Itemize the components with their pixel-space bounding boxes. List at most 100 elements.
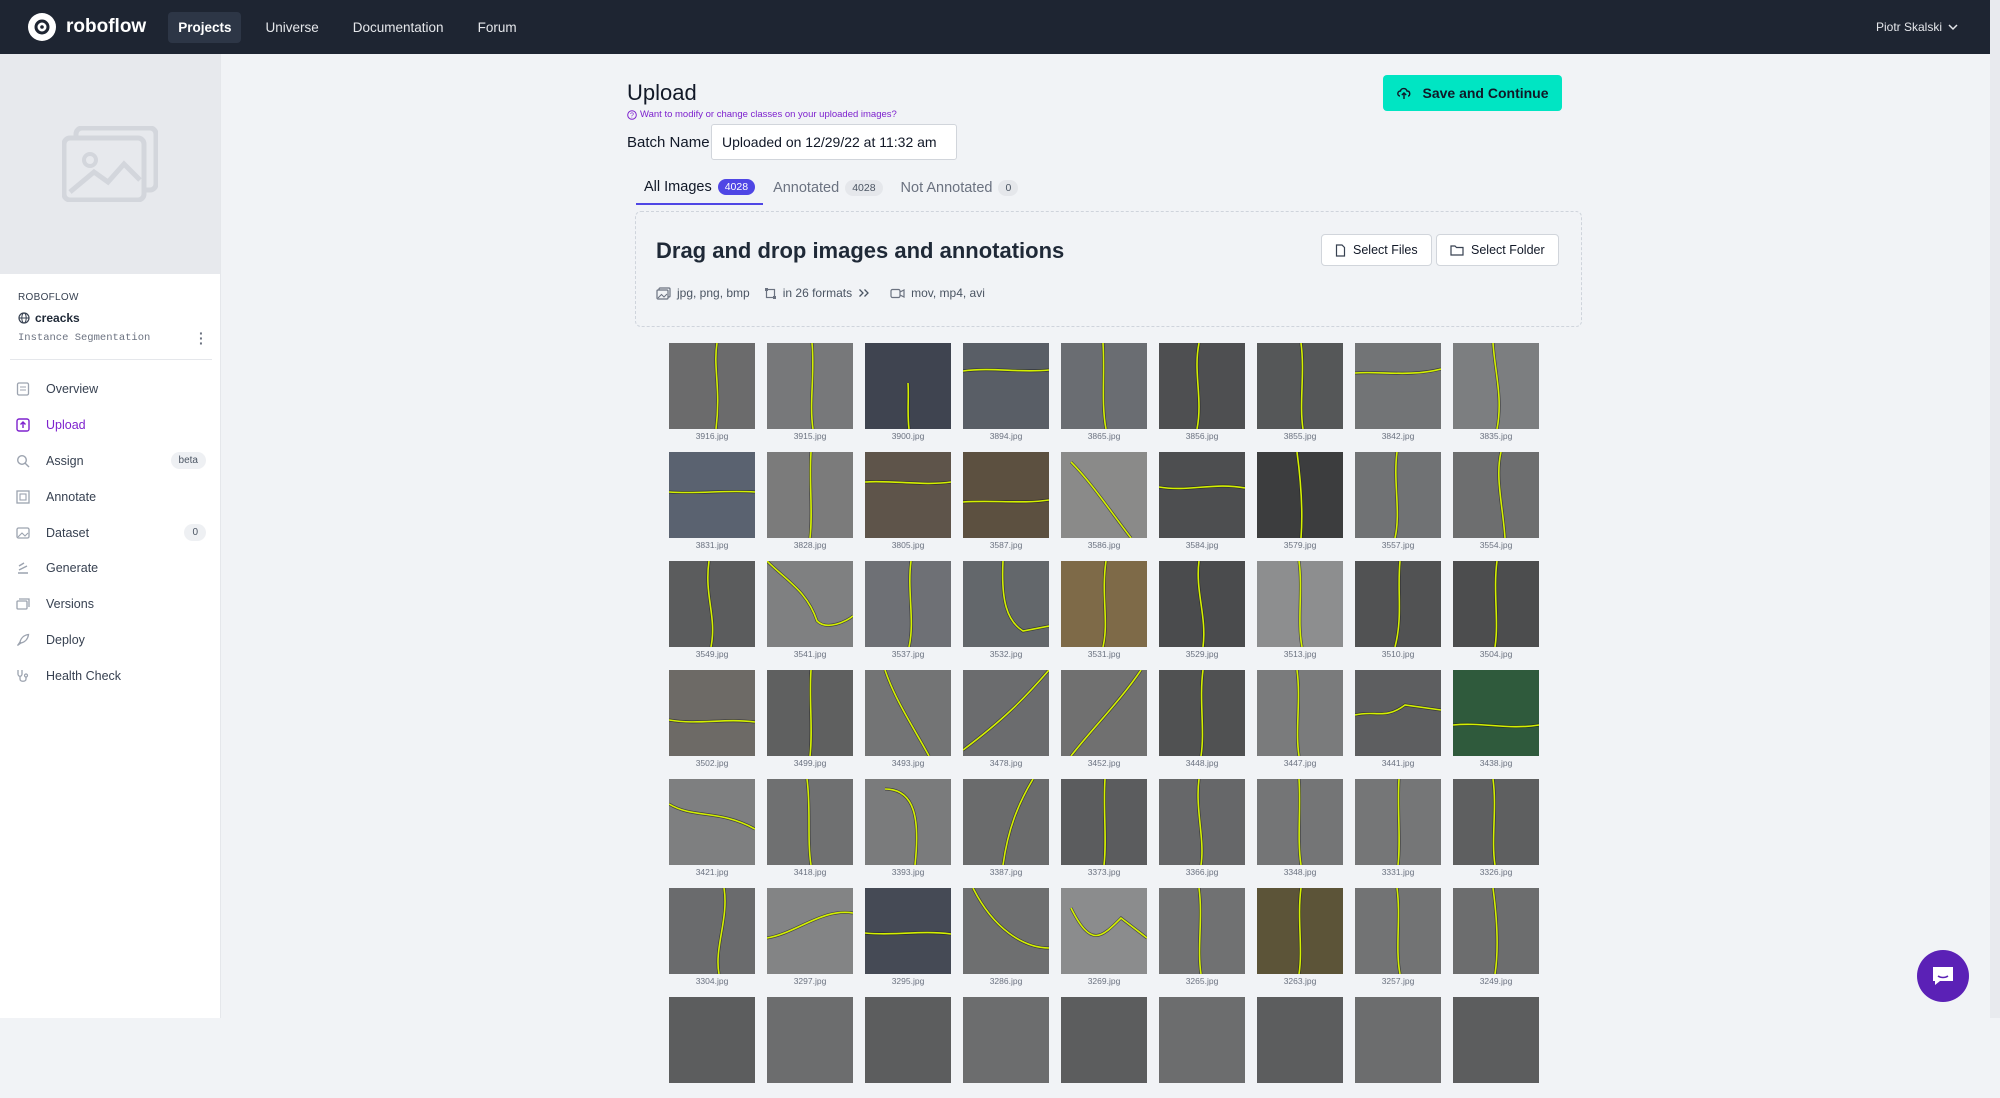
image-thumbnail[interactable]	[1159, 996, 1245, 1083]
image-thumbnail[interactable]	[963, 451, 1049, 538]
image-thumbnail[interactable]	[767, 669, 853, 756]
image-card[interactable]: 3805.jpg	[865, 451, 951, 553]
image-thumbnail[interactable]	[1453, 451, 1539, 538]
image-card[interactable]: 3448.jpg	[1159, 669, 1245, 771]
nav-forum[interactable]: Forum	[468, 12, 527, 43]
image-card[interactable]: 3499.jpg	[767, 669, 853, 771]
image-thumbnail[interactable]	[1355, 887, 1441, 974]
image-card[interactable]	[767, 996, 853, 1098]
sidebar-item-health-check[interactable]: Health Check	[0, 659, 221, 693]
select-folder-button[interactable]: Select Folder	[1436, 234, 1559, 266]
image-card[interactable]: 3865.jpg	[1061, 343, 1147, 444]
image-card[interactable]: 3828.jpg	[767, 451, 853, 553]
image-card[interactable]: 3835.jpg	[1453, 343, 1539, 444]
image-thumbnail[interactable]	[1159, 669, 1245, 756]
image-card[interactable]: 3531.jpg	[1061, 560, 1147, 662]
image-thumbnail[interactable]	[767, 887, 853, 974]
tab-not-annotated[interactable]: Not Annotated 0	[893, 170, 1027, 205]
sidebar-item-versions[interactable]: Versions	[0, 587, 221, 621]
image-card[interactable]: 3513.jpg	[1257, 560, 1343, 662]
page-scrollbar[interactable]	[1990, 0, 2000, 1018]
image-card[interactable]: 3900.jpg	[865, 343, 951, 444]
chat-support-button[interactable]	[1917, 950, 1969, 1002]
image-thumbnail[interactable]	[669, 887, 755, 974]
image-thumbnail[interactable]	[1453, 996, 1539, 1083]
image-thumbnail[interactable]	[669, 778, 755, 865]
image-card[interactable]: 3326.jpg	[1453, 778, 1539, 880]
image-thumbnail[interactable]	[865, 778, 951, 865]
more-options-icon[interactable]: · · ·	[199, 326, 204, 350]
image-thumbnail[interactable]	[1257, 887, 1343, 974]
image-card[interactable]	[865, 996, 951, 1098]
image-card[interactable]: 3393.jpg	[865, 778, 951, 880]
image-card[interactable]	[1355, 996, 1441, 1098]
image-card[interactable]: 3554.jpg	[1453, 451, 1539, 553]
image-card[interactable]: 3493.jpg	[865, 669, 951, 771]
image-thumbnail[interactable]	[1061, 451, 1147, 538]
nav-universe[interactable]: Universe	[255, 12, 328, 43]
image-thumbnail[interactable]	[1453, 669, 1539, 756]
image-card[interactable]: 3478.jpg	[963, 669, 1049, 771]
image-card[interactable]: 3916.jpg	[669, 343, 755, 444]
image-card[interactable]: 3584.jpg	[1159, 451, 1245, 553]
image-card[interactable]	[1257, 996, 1343, 1098]
image-thumbnail[interactable]	[1257, 343, 1343, 429]
image-card[interactable]	[669, 996, 755, 1098]
image-card[interactable]: 3249.jpg	[1453, 887, 1539, 989]
image-thumbnail[interactable]	[669, 343, 755, 429]
image-thumbnail[interactable]	[1453, 778, 1539, 865]
image-thumbnail[interactable]	[767, 560, 853, 647]
image-thumbnail[interactable]	[963, 669, 1049, 756]
sidebar-item-generate[interactable]: Generate	[0, 551, 221, 585]
image-card[interactable]: 3510.jpg	[1355, 560, 1441, 662]
image-thumbnail[interactable]	[1453, 887, 1539, 974]
sidebar-item-dataset[interactable]: Dataset 0	[0, 516, 221, 550]
image-thumbnail[interactable]	[1257, 996, 1343, 1083]
image-thumbnail[interactable]	[1061, 887, 1147, 974]
image-thumbnail[interactable]	[963, 343, 1049, 429]
image-thumbnail[interactable]	[1159, 343, 1245, 429]
image-thumbnail[interactable]	[1355, 560, 1441, 647]
image-thumbnail[interactable]	[767, 996, 853, 1083]
image-thumbnail[interactable]	[669, 560, 755, 647]
image-thumbnail[interactable]	[1061, 560, 1147, 647]
select-files-button[interactable]: Select Files	[1321, 234, 1432, 266]
image-thumbnail[interactable]	[767, 343, 853, 429]
image-thumbnail[interactable]	[1355, 996, 1441, 1083]
image-thumbnail[interactable]	[1159, 778, 1245, 865]
image-thumbnail[interactable]	[1453, 560, 1539, 647]
image-thumbnail[interactable]	[865, 451, 951, 538]
save-and-continue-button[interactable]: Save and Continue	[1383, 75, 1562, 111]
image-thumbnail[interactable]	[669, 996, 755, 1083]
image-thumbnail[interactable]	[1257, 451, 1343, 538]
image-card[interactable]: 3297.jpg	[767, 887, 853, 989]
image-card[interactable]: 3541.jpg	[767, 560, 853, 662]
image-card[interactable]	[1061, 996, 1147, 1098]
image-thumbnail[interactable]	[767, 778, 853, 865]
image-thumbnail[interactable]	[1355, 451, 1441, 538]
image-card[interactable]: 3421.jpg	[669, 778, 755, 880]
image-card[interactable]: 3265.jpg	[1159, 887, 1245, 989]
image-thumbnail[interactable]	[865, 996, 951, 1083]
image-thumbnail[interactable]	[669, 451, 755, 538]
image-card[interactable]: 3537.jpg	[865, 560, 951, 662]
image-card[interactable]: 3502.jpg	[669, 669, 755, 771]
image-card[interactable]: 3586.jpg	[1061, 451, 1147, 553]
sidebar-item-annotate[interactable]: Annotate	[0, 480, 221, 514]
nav-projects[interactable]: Projects	[168, 11, 242, 43]
project-name[interactable]: creacks	[18, 311, 220, 325]
image-card[interactable]: 3452.jpg	[1061, 669, 1147, 771]
image-card[interactable]	[963, 996, 1049, 1098]
image-card[interactable]: 3831.jpg	[669, 451, 755, 553]
image-card[interactable]: 3842.jpg	[1355, 343, 1441, 444]
tab-annotated[interactable]: Annotated 4028	[765, 170, 890, 205]
image-thumbnail[interactable]	[1061, 778, 1147, 865]
image-thumbnail[interactable]	[1257, 669, 1343, 756]
image-thumbnail[interactable]	[1257, 778, 1343, 865]
image-thumbnail[interactable]	[963, 887, 1049, 974]
image-card[interactable]: 3387.jpg	[963, 778, 1049, 880]
image-card[interactable]: 3579.jpg	[1257, 451, 1343, 553]
image-thumbnail[interactable]	[1159, 887, 1245, 974]
image-card[interactable]: 3557.jpg	[1355, 451, 1441, 553]
sidebar-item-upload[interactable]: Upload	[0, 408, 221, 442]
